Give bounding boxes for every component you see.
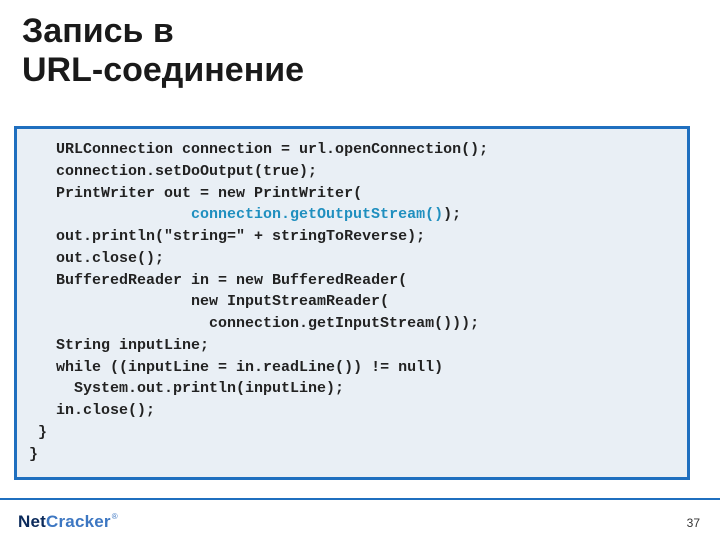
code-run: } (29, 446, 38, 463)
code-run: String inputLine; (56, 337, 209, 354)
footer: NetCracker® 37 (0, 498, 720, 540)
logo-part-net: Net (18, 512, 46, 531)
code-block: URLConnection connection = url.openConne… (14, 126, 690, 480)
logo-registered: ® (112, 512, 118, 521)
code-run: connection.setDoOutput(true); (56, 163, 317, 180)
code-run: ); (443, 206, 461, 223)
code-run: PrintWriter out = new PrintWriter( (56, 185, 362, 202)
slide: Запись в URL-соединение URLConnection co… (0, 0, 720, 540)
netcracker-logo: NetCracker® (18, 512, 118, 532)
code-run: } (38, 424, 47, 441)
code-run: connection.getInputStream())); (209, 315, 479, 332)
code-run: out.close(); (56, 250, 164, 267)
slide-title: Запись в URL-соединение (22, 12, 304, 90)
code-run: System.out.println(inputLine); (74, 380, 344, 397)
code-highlight-run: connection.getOutputStream() (191, 206, 443, 223)
page-number: 37 (687, 516, 700, 530)
code-run: out.println("string=" + stringToReverse)… (56, 228, 425, 245)
code-run: in.close(); (56, 402, 155, 419)
code-run: URLConnection connection = url.openConne… (56, 141, 488, 158)
logo-part-cracker: Cracker (46, 512, 111, 531)
code-content: URLConnection connection = url.openConne… (29, 139, 675, 465)
code-run: BufferedReader in = new BufferedReader( (56, 272, 407, 289)
footer-divider (0, 498, 720, 500)
code-run: while ((inputLine = in.readLine()) != nu… (56, 359, 443, 376)
code-run: new InputStreamReader( (191, 293, 389, 310)
